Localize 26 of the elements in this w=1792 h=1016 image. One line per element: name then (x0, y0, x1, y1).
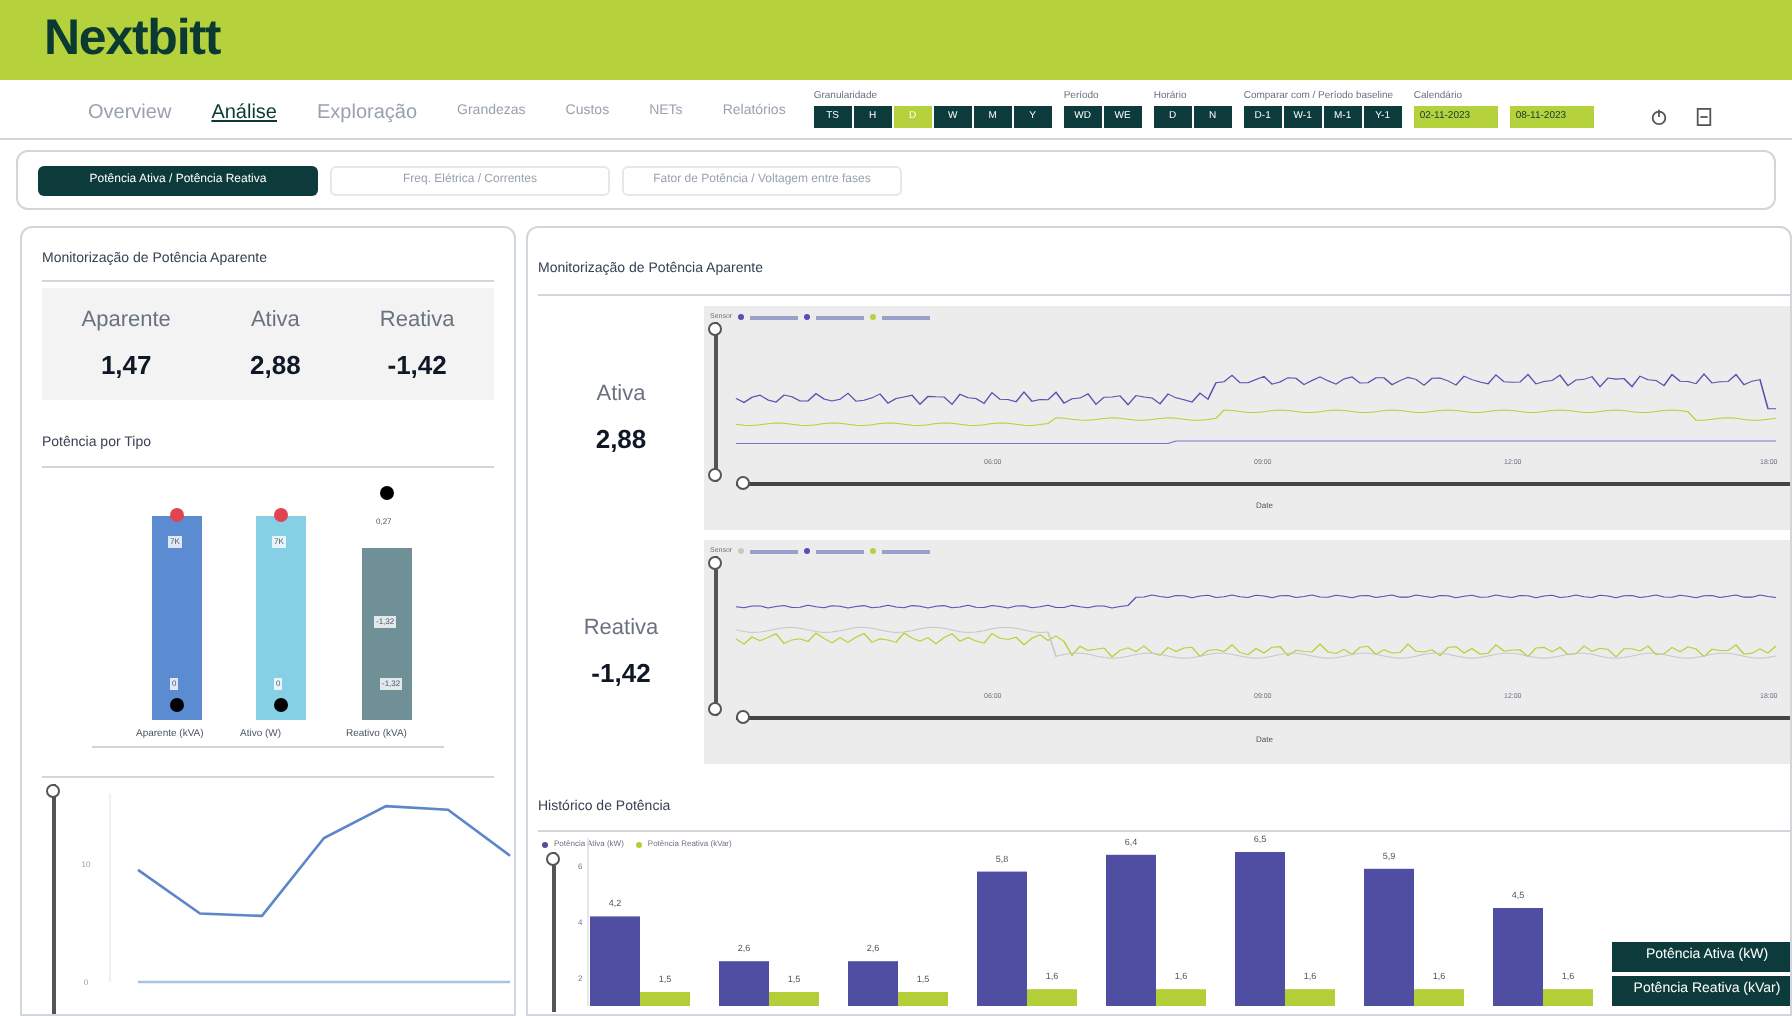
metric-label: Ativa (596, 379, 646, 409)
legend-swatch (882, 315, 931, 320)
metric-value: -1,42 (387, 347, 447, 383)
metric-label: Ativa (250, 306, 300, 336)
export-icon[interactable] (1695, 108, 1712, 126)
legend-swatch (816, 315, 865, 320)
metric-label: Reativa (379, 306, 455, 336)
range-slider[interactable] (46, 784, 60, 1014)
range-slider[interactable] (708, 322, 722, 482)
range-slider[interactable] (708, 556, 722, 716)
nav-tab[interactable]: Análise (211, 98, 277, 128)
metric-value: -1,42 (591, 656, 651, 692)
metric-value: 2,88 (595, 422, 647, 458)
metric-value: 1,47 (100, 347, 152, 383)
range-slider[interactable] (546, 852, 560, 1012)
range-slider[interactable] (736, 476, 1790, 490)
legend-swatch (750, 315, 799, 320)
legend-swatch (750, 549, 799, 554)
metric-label: Aparente (81, 306, 171, 336)
range-slider[interactable] (736, 710, 1790, 724)
metric-value: 2,88 (250, 347, 301, 383)
legend-swatch (882, 549, 931, 554)
power-icon[interactable] (1649, 108, 1668, 126)
logo-text: Nextbitt (44, 8, 221, 71)
metric-label: Reativa (583, 613, 659, 643)
legend-swatch (816, 549, 865, 554)
